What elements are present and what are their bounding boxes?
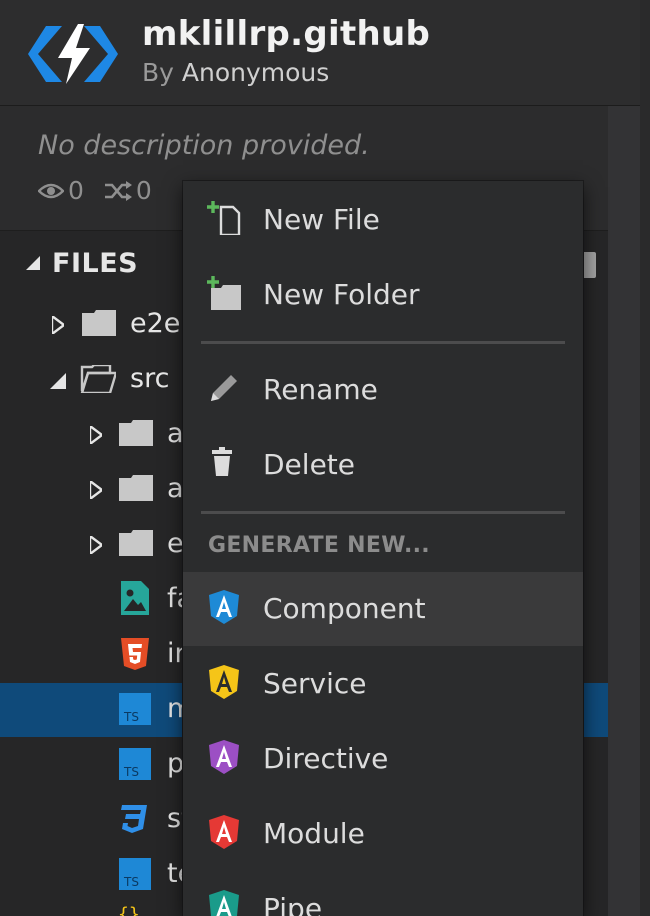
menu-item-label: Module — [263, 817, 365, 850]
caret-right-icon[interactable] — [90, 536, 102, 554]
menu-item-new-folder[interactable]: New Folder — [183, 258, 583, 332]
project-header: mklillrp.github By Anonymous — [0, 0, 650, 106]
caret-right-icon[interactable] — [52, 316, 64, 334]
tree-item-label: e — [167, 528, 184, 559]
project-title[interactable]: mklillrp.github — [142, 14, 430, 54]
caret-down-icon[interactable] — [50, 373, 66, 389]
svg-text:TS: TS — [123, 710, 139, 724]
folder-icon — [82, 310, 116, 336]
open-folder-icon — [80, 365, 116, 393]
menu-item-label: Component — [263, 592, 426, 625]
eye-icon — [38, 183, 64, 198]
pencil-icon — [211, 375, 237, 401]
svg-text:TS: TS — [123, 765, 139, 779]
svg-text:{}: {} — [118, 906, 140, 916]
menu-item-label: Rename — [263, 373, 378, 406]
editor-edge — [640, 0, 650, 916]
menu-item-label: Service — [263, 667, 367, 700]
folder-icon — [119, 420, 153, 446]
forks-stat: 0 — [104, 176, 152, 205]
views-stat: 0 — [38, 176, 84, 205]
angular-icon — [209, 815, 239, 849]
tree-item-label: e2e — [130, 308, 181, 339]
author-name[interactable]: Anonymous — [182, 58, 329, 87]
sidebar-scrollbar[interactable] — [608, 106, 640, 916]
typescript-file-icon: TS — [119, 858, 151, 890]
angular-icon — [209, 740, 239, 774]
menu-item-generate-module[interactable]: Module — [183, 797, 583, 871]
tree-item-label: a — [167, 473, 184, 504]
project-author-line: By Anonymous — [142, 58, 329, 87]
menu-item-label: New Folder — [263, 278, 420, 311]
views-count: 0 — [68, 176, 84, 205]
new-file-icon — [207, 201, 241, 235]
menu-separator — [201, 341, 565, 344]
menu-item-generate-component[interactable]: Component — [183, 572, 583, 646]
svg-text:TS: TS — [123, 875, 139, 889]
typescript-file-icon: TS — [119, 748, 151, 780]
trash-icon — [212, 447, 232, 476]
typescript-file-icon: TS — [119, 693, 151, 725]
context-menu: New File New Folder Rename Delete GENERA… — [183, 181, 583, 916]
css3-file-icon — [121, 805, 147, 833]
collapse-arrow-icon[interactable] — [26, 256, 40, 270]
menu-separator — [201, 511, 565, 514]
forks-count: 0 — [135, 176, 152, 205]
new-folder-icon — [207, 276, 241, 310]
image-file-icon — [121, 581, 149, 615]
caret-right-icon[interactable] — [90, 481, 102, 499]
menu-item-label: Directive — [263, 742, 389, 775]
folder-icon — [119, 475, 153, 501]
stackblitz-logo-icon — [28, 24, 118, 84]
angular-icon — [209, 890, 239, 916]
project-description: No description provided. — [38, 130, 370, 161]
by-label: By — [142, 58, 174, 87]
files-heading: FILES — [52, 248, 139, 279]
fork-shuffle-icon — [104, 180, 132, 201]
project-stats: 0 0 — [38, 176, 172, 205]
menu-item-rename[interactable]: Rename — [183, 353, 583, 427]
menu-item-label: Delete — [263, 448, 355, 481]
caret-right-icon[interactable] — [90, 426, 102, 444]
menu-item-delete[interactable]: Delete — [183, 428, 583, 502]
angular-icon — [209, 590, 239, 624]
menu-item-generate-directive[interactable]: Directive — [183, 722, 583, 796]
menu-item-label: New File — [263, 203, 380, 236]
tree-item-label: p — [167, 748, 185, 779]
menu-item-generate-service[interactable]: Service — [183, 647, 583, 721]
folder-icon — [119, 530, 153, 556]
tree-item-label: src — [130, 363, 170, 394]
json-file-icon: {} — [118, 906, 140, 916]
tree-item-label: a — [167, 418, 184, 449]
angular-icon — [209, 665, 239, 699]
menu-item-generate-pipe[interactable]: Pipe — [183, 872, 583, 916]
menu-item-label: Pipe — [263, 892, 323, 916]
menu-item-new-file[interactable]: New File — [183, 183, 583, 257]
generate-new-heading: GENERATE NEW... — [208, 533, 430, 558]
html5-file-icon — [121, 638, 149, 670]
